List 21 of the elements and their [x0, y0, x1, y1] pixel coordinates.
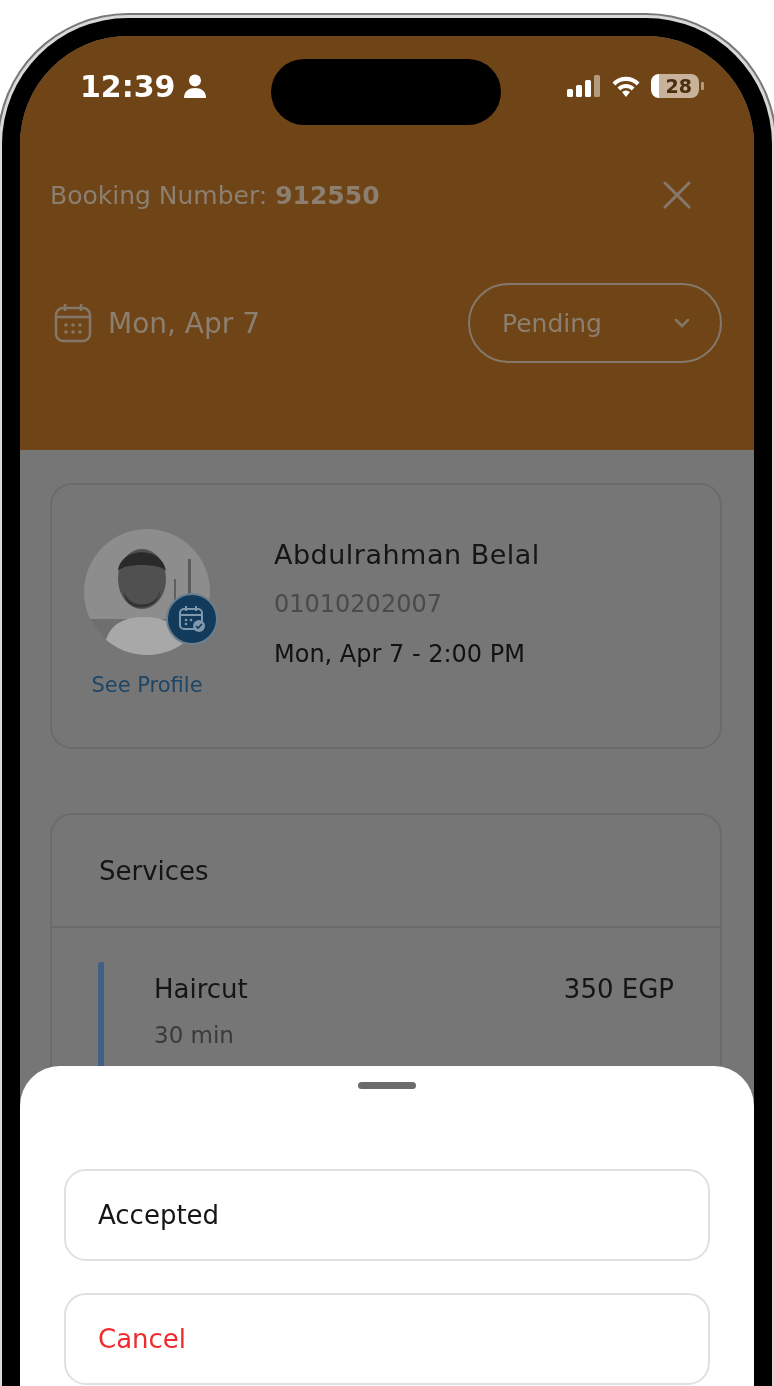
- status-time: 12:39: [80, 68, 176, 104]
- service-price: 350 EGP: [563, 974, 674, 1004]
- status-dropdown[interactable]: Pending: [468, 283, 722, 363]
- status-option[interactable]: Accepted: [64, 1169, 710, 1261]
- calendar-check-icon: [178, 605, 206, 633]
- close-icon[interactable]: [662, 180, 692, 210]
- booking-date: Mon, Apr 7: [108, 306, 260, 340]
- signal-icon: [566, 75, 601, 97]
- chevron-icon: [674, 318, 690, 328]
- wifi-icon: [610, 75, 641, 97]
- drag-handle[interactable]: [358, 1082, 416, 1089]
- status-option[interactable]: Cancel: [64, 1293, 710, 1385]
- section-title: Services: [99, 855, 209, 886]
- service-duration: 30 min: [154, 1022, 235, 1048]
- appointment-time: Mon, Apr 7 - 2:00 PM: [274, 640, 526, 668]
- person-icon: [183, 74, 206, 98]
- see-profile-link[interactable]: See Profile: [91, 673, 203, 697]
- calendar-icon: [54, 303, 92, 343]
- customer-name: Abdulrahman Belal: [274, 539, 540, 570]
- service-name: Haircut: [154, 974, 248, 1004]
- booking-number: Booking Number: 912550: [50, 180, 380, 210]
